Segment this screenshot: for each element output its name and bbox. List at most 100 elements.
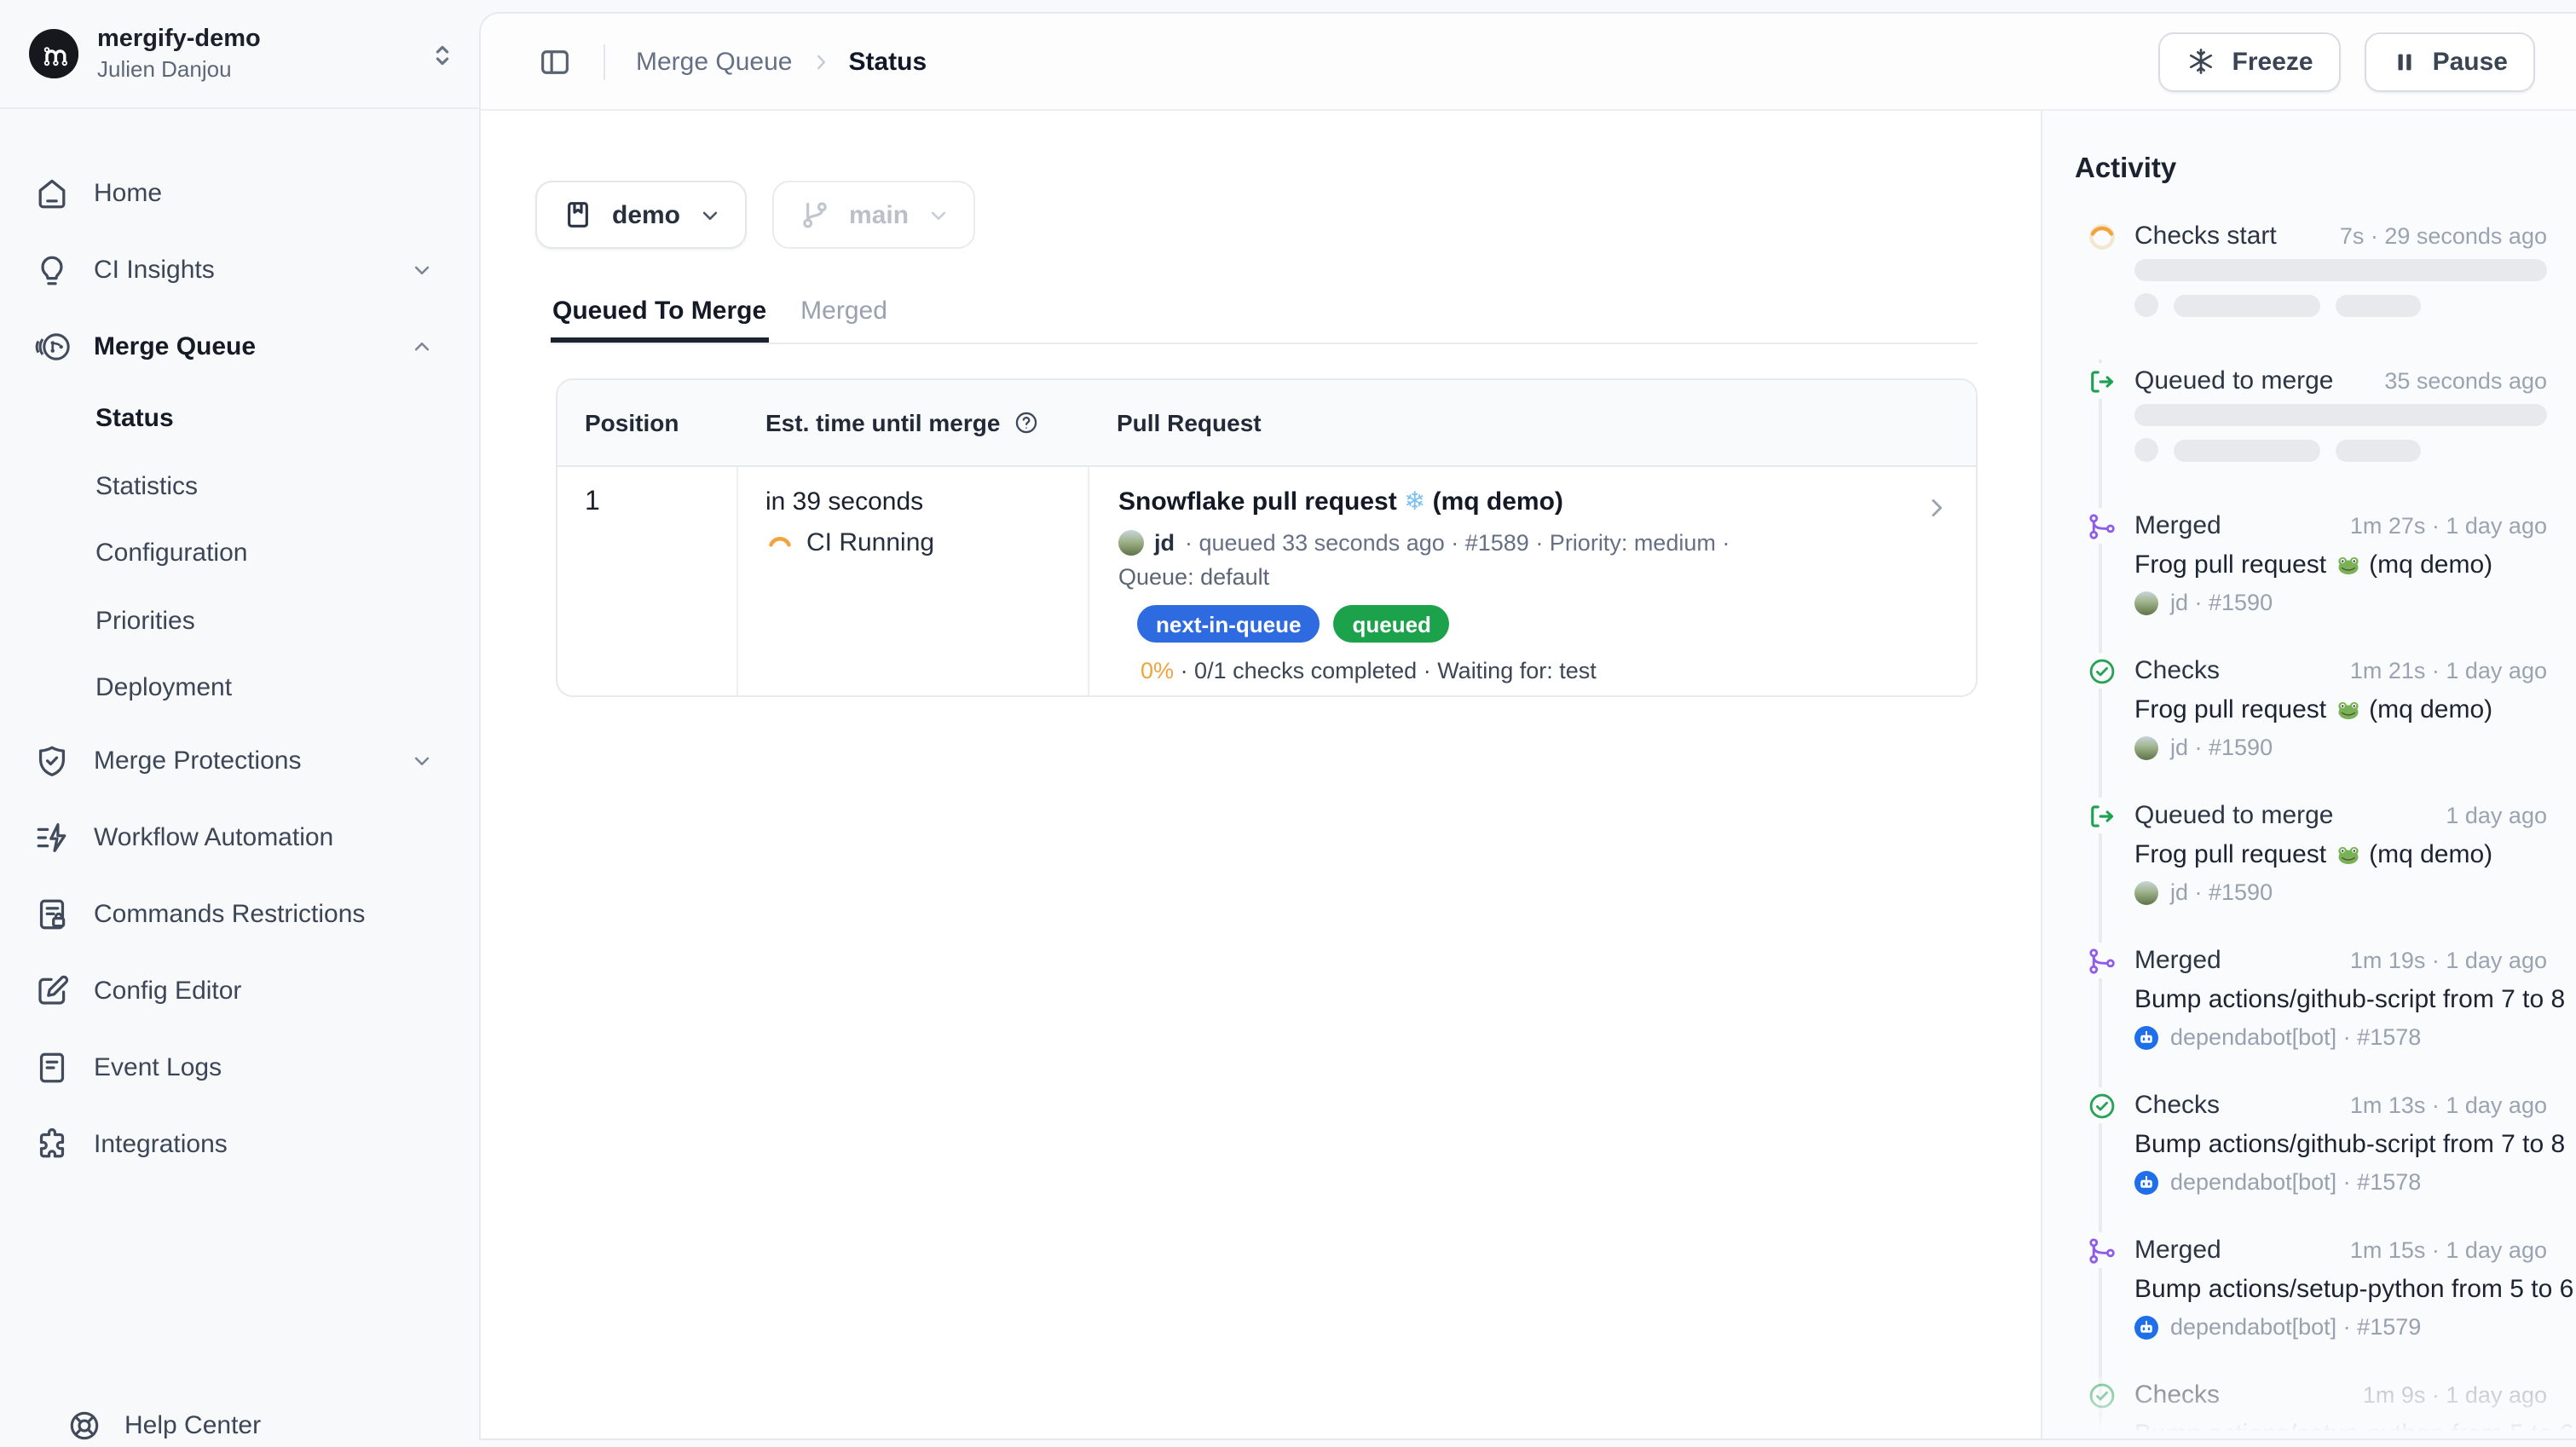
sidebar-item-home[interactable]: Home: [32, 155, 448, 232]
skeleton-bar: [2336, 439, 2421, 461]
git-merge-icon: [2085, 508, 2117, 544]
help-circle-icon[interactable]: [1012, 409, 1039, 436]
activity-item[interactable]: Merged1m 15s · 1 day ago Bump actions/se…: [2042, 1232, 2576, 1377]
org-user: Julien Danjou: [97, 56, 261, 84]
queue-position: 1: [585, 487, 600, 516]
queue-table: Position Est. time until merge Pull Requ…: [556, 378, 1978, 697]
pause-button[interactable]: Pause: [2365, 32, 2535, 91]
chevron-right-icon[interactable]: [1923, 494, 1950, 522]
snowflake-icon: [2186, 46, 2217, 77]
skeleton-bar: [2336, 294, 2421, 316]
git-merge-icon: [2085, 943, 2117, 978]
mergify-dashboard: mergify-demo Julien Danjou Home: [0, 0, 2576, 1447]
eta-value: in 39 seconds: [765, 487, 1060, 516]
org-name: mergify-demo: [97, 24, 261, 55]
puzzle-icon: [32, 1124, 72, 1163]
life-buoy-icon: [66, 1408, 102, 1444]
skeleton-dot: [2134, 293, 2158, 317]
activity-item[interactable]: Queued to merge1 day ago Frog pull reque…: [2042, 798, 2576, 943]
activity-item[interactable]: Checks1m 21s · 1 day ago Frog pull reque…: [2042, 653, 2576, 798]
queue-area: demo main Queued To Mer: [481, 111, 2041, 1438]
queued-to-merge-icon: [2085, 798, 2117, 833]
document-lock-icon: [32, 894, 72, 933]
tab-merged[interactable]: Merged: [799, 286, 889, 343]
workflow-zap-icon: [32, 817, 72, 856]
sidebar-item-integrations[interactable]: Integrations: [32, 1105, 448, 1182]
activity-item[interactable]: Queued to merge35 seconds ago: [2042, 363, 2576, 508]
sidebar-item-commands-restrictions[interactable]: Commands Restrictions: [32, 875, 448, 952]
chevrons-up-down-icon: [428, 41, 457, 70]
avatar: [2134, 591, 2158, 614]
activity-item[interactable]: Checks start7s · 29 seconds ago: [2042, 218, 2576, 363]
bottom-fade: [2042, 1394, 2576, 1438]
merge-queue-icon: [32, 327, 72, 366]
pr-checks-summary: 0% · 0/1 checks completed · Waiting for:…: [1141, 658, 1908, 683]
check-circle-icon: [2085, 653, 2117, 689]
skeleton-bar: [2134, 259, 2547, 281]
help-center-link[interactable]: Help Center: [66, 1408, 261, 1444]
skeleton-bar: [2174, 294, 2320, 316]
avatar: [2134, 880, 2158, 904]
frog-emoji-icon: [2335, 697, 2360, 723]
edit-pencil-icon: [32, 971, 72, 1010]
header-divider: [604, 43, 605, 79]
breadcrumb-parent[interactable]: Merge Queue: [636, 47, 792, 76]
sidebar-item-status[interactable]: Status: [32, 385, 448, 453]
shield-check-icon: [32, 741, 72, 780]
avatar: [2134, 735, 2158, 759]
pause-icon: [2392, 49, 2417, 74]
sidebar-nav: Home CI Insights: [0, 109, 479, 1182]
repository-icon: [561, 198, 595, 232]
breadcrumb-current: Status: [848, 47, 927, 76]
sidebar: mergify-demo Julien Danjou Home: [0, 0, 479, 1447]
home-icon: [32, 174, 72, 213]
branch-select[interactable]: main: [772, 181, 975, 249]
sidebar-item-event-logs[interactable]: Event Logs: [32, 1029, 448, 1105]
chevron-down-icon: [409, 257, 435, 283]
breadcrumb-chevron-icon: [809, 50, 831, 72]
freeze-button[interactable]: Freeze: [2159, 32, 2341, 91]
sidebar-item-merge-protections[interactable]: Merge Protections: [32, 722, 448, 798]
skeleton-bar: [2174, 439, 2320, 461]
chevron-up-icon: [409, 334, 435, 360]
activity-item[interactable]: Checks1m 13s · 1 day ago Bump actions/gi…: [2042, 1087, 2576, 1232]
check-circle-icon: [2085, 1087, 2117, 1123]
activity-item[interactable]: Merged1m 19s · 1 day ago Bump actions/gi…: [2042, 943, 2576, 1087]
chevron-down-icon: [697, 202, 723, 228]
mergify-logo-icon: [29, 29, 78, 78]
column-eta: Est. time until merge: [738, 409, 1089, 436]
ci-status: CI Running: [765, 528, 1060, 557]
sidebar-item-config-editor[interactable]: Config Editor: [32, 952, 448, 1029]
snowflake-emoji: ❄: [1404, 487, 1425, 516]
pr-meta: jd · queued 33 seconds ago · #1589 · Pri…: [1118, 530, 1908, 556]
main-panel: Merge Queue Status Freeze: [479, 12, 2576, 1440]
queue-row[interactable]: 1 in 39 seconds CI Running Snowflake pul…: [557, 467, 1976, 695]
sidebar-toggle-icon[interactable]: [537, 43, 573, 79]
tab-queued-to-merge[interactable]: Queued To Merge: [551, 286, 768, 343]
sidebar-item-statistics[interactable]: Statistics: [32, 453, 448, 520]
queue-table-header: Position Est. time until merge Pull Requ…: [557, 380, 1976, 467]
column-pull-request: Pull Request: [1089, 409, 1976, 436]
pr-queue-name: Queue: default: [1118, 564, 1908, 590]
status-badge: queued: [1333, 605, 1449, 643]
dependabot-icon: [2134, 1025, 2158, 1049]
document-text-icon: [32, 1047, 72, 1087]
sidebar-item-configuration[interactable]: Configuration: [32, 520, 448, 587]
repository-select[interactable]: demo: [535, 181, 747, 249]
sidebar-item-merge-queue[interactable]: Merge Queue: [32, 308, 448, 385]
frog-emoji-icon: [2335, 842, 2360, 868]
org-switcher[interactable]: mergify-demo Julien Danjou: [0, 0, 479, 109]
checks-pending-spinner-icon: [2085, 218, 2117, 254]
sidebar-item-workflow-automation[interactable]: Workflow Automation: [32, 798, 448, 875]
sidebar-item-priorities[interactable]: Priorities: [32, 587, 448, 654]
label-badge: next-in-queue: [1137, 605, 1320, 643]
activity-item[interactable]: Merged1m 27s · 1 day ago Frog pull reque…: [2042, 508, 2576, 653]
column-position: Position: [557, 409, 738, 436]
pr-title: Snowflake pull request ❄ (mq demo): [1118, 486, 1908, 516]
sidebar-item-deployment[interactable]: Deployment: [32, 654, 448, 722]
lightbulb-icon: [32, 251, 72, 290]
chevron-down-icon: [409, 747, 435, 773]
sidebar-item-ci-insights[interactable]: CI Insights: [32, 232, 448, 308]
git-merge-icon: [2085, 1232, 2117, 1268]
queue-tabs: Queued To Merge Merged: [551, 286, 1978, 344]
